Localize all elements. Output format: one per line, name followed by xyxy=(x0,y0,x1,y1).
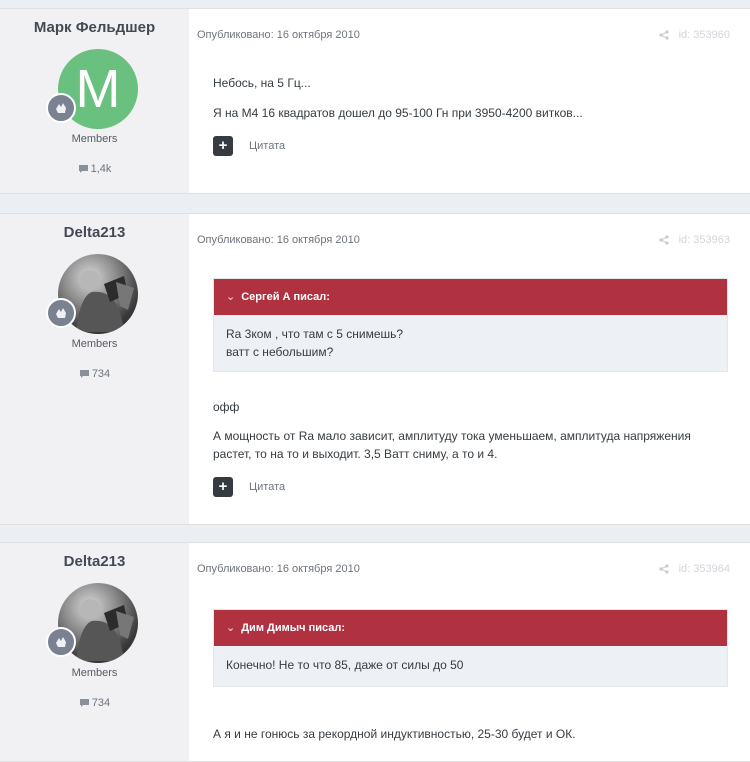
post-content: Опубликовано: 16 октября 2010 id: 353964… xyxy=(189,543,750,761)
post-text-line: А я и не гонюсь за рекордной индуктивнос… xyxy=(213,727,576,741)
quote-block: ⌄ Дим Димыч писал: Конечно! Не то что 85,… xyxy=(213,609,728,687)
quote-line: ватт с небольшим? xyxy=(226,345,334,359)
avatar-wrap: M xyxy=(46,49,138,129)
author-panel: Delta213 Members 734 xyxy=(0,543,189,761)
post-text-line: Небось, на 5 Гц... xyxy=(213,76,311,90)
chevron-down-icon[interactable]: ⌄ xyxy=(226,610,235,646)
post-date[interactable]: Опубликовано: 16 октября 2010 xyxy=(197,234,360,246)
member-group: Members xyxy=(71,338,118,350)
quote-block: ⌄ Сергей А писал: Ra 3ком , что там с 5 с… xyxy=(213,278,728,372)
post-content: Опубликовано: 16 октября 2010 id: 353960… xyxy=(189,9,750,193)
rank-badge-icon xyxy=(46,298,76,328)
rank-badge-icon xyxy=(46,627,76,657)
plus-icon[interactable]: + xyxy=(213,477,233,497)
post-count: 734 xyxy=(0,368,189,380)
post-date[interactable]: Опубликовано: 16 октября 2010 xyxy=(197,29,360,41)
rank-badge-icon xyxy=(46,93,76,123)
quote-action[interactable]: + Цитата xyxy=(213,136,285,156)
post-meta-right: id: 353963 xyxy=(659,234,730,246)
quote-author: Сергей А писал: xyxy=(241,291,330,303)
post-text-line: офф xyxy=(213,400,240,414)
post-count-value: 1,4k xyxy=(90,163,112,175)
post-text-line: Я на М4 16 квадратов дошел до 95-100 Гн … xyxy=(213,106,583,120)
post-count-value: 734 xyxy=(91,368,111,380)
share-icon[interactable] xyxy=(659,235,669,245)
post-id: id: 353964 xyxy=(678,563,730,575)
share-icon[interactable] xyxy=(659,564,669,574)
comment-icon xyxy=(79,370,89,378)
post: Марк Фельдшер M Members 1,4k Опубликован… xyxy=(0,8,750,194)
post-date[interactable]: Опубликовано: 16 октября 2010 xyxy=(197,563,360,575)
post-text-line: растет, то на то и выходит. 3,5 Ватт сни… xyxy=(213,447,498,461)
quote-body: Конечно! Не то что 85, даже от силы до 5… xyxy=(214,646,727,686)
quote-line: Ra 3ком , что там с 5 снимешь? xyxy=(226,327,404,341)
avatar-wrap xyxy=(46,583,138,663)
chevron-down-icon[interactable]: ⌄ xyxy=(226,279,235,315)
author-name[interactable]: Delta213 xyxy=(0,224,189,241)
comment-icon xyxy=(79,699,89,707)
post: Delta213 Members 734 Опубликовано: 16 ок… xyxy=(0,213,750,525)
post-meta-right: id: 353964 xyxy=(659,563,730,575)
quote-author: Дим Димыч писал: xyxy=(241,622,346,634)
plus-icon[interactable]: + xyxy=(213,136,233,156)
author-panel: Delta213 Members 734 xyxy=(0,214,189,524)
author-panel: Марк Фельдшер M Members 1,4k xyxy=(0,9,189,193)
quote-header[interactable]: ⌄ Сергей А писал: xyxy=(214,279,727,315)
post-text-line: А мощность от Ra мало зависит, амплитуду… xyxy=(213,429,691,443)
post-id: id: 353960 xyxy=(678,29,730,41)
member-group: Members xyxy=(71,133,118,145)
cite-label[interactable]: Цитата xyxy=(249,481,285,493)
quote-header[interactable]: ⌄ Дим Димыч писал: xyxy=(214,610,727,646)
quote-body: Ra 3ком , что там с 5 снимешь? ватт с не… xyxy=(214,315,727,371)
post-id: id: 353963 xyxy=(678,234,730,246)
post-count: 734 xyxy=(0,697,189,709)
comment-icon xyxy=(78,165,88,173)
author-name[interactable]: Delta213 xyxy=(0,553,189,570)
post-count-value: 734 xyxy=(91,697,111,709)
post-content: Опубликовано: 16 октября 2010 id: 353963… xyxy=(189,214,750,524)
post: Delta213 Members 734 Опубликовано: 16 ок… xyxy=(0,542,750,762)
member-group: Members xyxy=(71,667,118,679)
quote-line: Конечно! Не то что 85, даже от силы до 5… xyxy=(226,658,464,672)
avatar-wrap xyxy=(46,254,138,334)
post-count: 1,4k xyxy=(0,163,189,175)
author-name[interactable]: Марк Фельдшер xyxy=(0,19,189,36)
post-meta-right: id: 353960 xyxy=(659,29,730,41)
share-icon[interactable] xyxy=(659,30,669,40)
quote-action[interactable]: + Цитата xyxy=(213,477,285,497)
cite-label[interactable]: Цитата xyxy=(249,140,285,152)
